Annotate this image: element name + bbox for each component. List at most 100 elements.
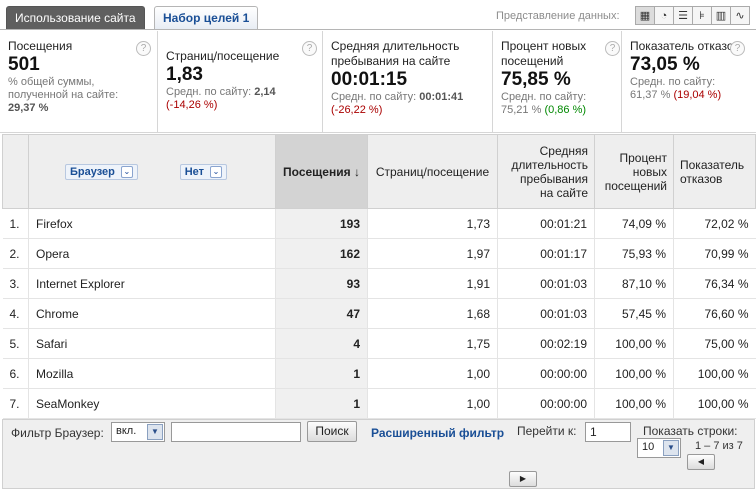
table-footer: Фильтр Браузер: вкл. ▼ Поиск Расширенный… (2, 419, 755, 489)
pivot-view-icon[interactable]: ▥ (711, 6, 731, 25)
metric-value: 00:01:15 (331, 69, 408, 90)
help-icon[interactable]: ? (730, 41, 745, 56)
secondary-dimension-selector[interactable]: Нет ⌄ (179, 163, 227, 180)
metric-avg-value: 75,21 % (501, 104, 542, 116)
pie-view-icon[interactable]: ◔ (654, 6, 674, 25)
bounce-rate-cell: 76,34 % (673, 268, 756, 299)
table-row[interactable]: 5. Safari 4 1,75 00:02:19 100,00 % 75,00 % (2, 328, 756, 359)
table-row[interactable]: 4. Chrome 47 1,68 00:01:03 57,45 % 76,60 % (2, 298, 756, 329)
goto-label: Перейти к: (517, 424, 577, 438)
visits-cell: 47 (275, 298, 368, 329)
comparison-view-icon[interactable]: ⊧ (692, 6, 712, 25)
avg-duration-cell: 00:01:17 (497, 238, 595, 269)
metric-avg-value: 61,37 % (630, 89, 671, 101)
header-bounce-rate[interactable]: Показатель отказов (673, 134, 756, 209)
row-number: 3. (2, 268, 29, 299)
metric-pages-per-visit: Страниц/посещение 1,83 Средн. по сайту: … (158, 31, 323, 132)
metric-subtitle: % общей суммы, полученной на сайте: (8, 76, 119, 101)
browser-cell[interactable]: SeaMonkey (28, 388, 276, 419)
row-number: 4. (2, 298, 29, 329)
header-pages-per-visit[interactable]: Страниц/посещение (367, 134, 498, 209)
table-row[interactable]: 1. Firefox 193 1,73 00:01:21 74,09 % 72,02 % (2, 208, 756, 239)
avg-duration-cell: 00:02:19 (497, 328, 595, 359)
browser-cell[interactable]: Opera (28, 238, 276, 269)
metric-delta: (-14,26 %) (166, 99, 218, 111)
row-number: 1. (2, 208, 29, 239)
table-row[interactable]: 3. Internet Explorer 93 1,91 00:01:03 87,10 %… (2, 268, 756, 299)
pages-per-visit-cell: 1,91 (367, 268, 498, 299)
dimension-selector[interactable]: Браузер ⌄ (65, 163, 138, 180)
browser-cell[interactable]: Chrome (28, 298, 276, 329)
avg-duration-cell: 00:01:03 (497, 268, 595, 299)
metric-avg-duration: Средняя длительность пребывания на сайте… (323, 31, 493, 132)
pages-per-visit-cell: 1,97 (367, 238, 498, 269)
new-visits-cell: 57,45 % (594, 298, 674, 329)
header-avg-duration[interactable]: Средняя длительность пребывания на сайте (497, 134, 595, 209)
pages-per-visit-cell: 1,00 (367, 388, 498, 419)
sparkline-view-icon[interactable]: ∿ (730, 6, 750, 25)
view-label: Представление данных: (496, 10, 620, 22)
metric-delta: (19,04 %) (673, 89, 722, 101)
metric-title: Средняя длительность пребывания на сайте (331, 39, 460, 68)
metric-avg-label: Средн. по сайту: (630, 76, 716, 88)
new-visits-cell: 100,00 % (594, 358, 674, 389)
search-button[interactable]: Поиск (307, 421, 357, 442)
table-view-icon[interactable]: ▦ (635, 6, 655, 25)
visits-cell: 1 (275, 358, 368, 389)
help-icon[interactable]: ? (302, 41, 317, 56)
performance-view-icon[interactable]: ☰ (673, 6, 693, 25)
new-visits-cell: 75,93 % (594, 238, 674, 269)
browser-cell[interactable]: Firefox (28, 208, 276, 239)
bounce-rate-cell: 70,99 % (673, 238, 756, 269)
visits-cell: 4 (275, 328, 368, 359)
help-icon[interactable]: ? (136, 41, 151, 56)
metric-delta: (0,86 %) (544, 104, 587, 116)
metric-title: Страниц/посещение (166, 49, 280, 63)
dimension-label: Браузер (70, 165, 115, 178)
browser-cell[interactable]: Internet Explorer (28, 268, 276, 299)
tab-goal-set-1[interactable]: Набор целей 1 (154, 6, 259, 29)
metric-value: 75,85 % (501, 69, 571, 90)
new-visits-cell: 100,00 % (594, 388, 674, 419)
advanced-filter-link[interactable]: Расширенный фильтр (371, 426, 504, 440)
filter-mode-select[interactable]: вкл. ▼ (111, 422, 165, 442)
pages-per-visit-cell: 1,00 (367, 358, 498, 389)
bounce-rate-cell: 100,00 % (673, 388, 756, 419)
metric-bounce-rate: Показатель отказов 73,05 % Средн. по сай… (622, 31, 756, 132)
metric-avg-label: Средн. по сайту: (166, 86, 252, 98)
metric-share: 29,37 % (8, 102, 49, 114)
row-number: 2. (2, 238, 29, 269)
table-row[interactable]: 6. Mozilla 1 1,00 00:00:00 100,00 % 100,00 % (2, 358, 756, 389)
tab-divider (0, 29, 756, 30)
rows-select[interactable]: 10 ▼ (637, 438, 681, 458)
header-new-visits[interactable]: Процент новых посещений (594, 134, 674, 209)
metric-value: 73,05 % (630, 54, 700, 75)
new-visits-cell: 74,09 % (594, 208, 674, 239)
pages-per-visit-cell: 1,75 (367, 328, 498, 359)
avg-duration-cell: 00:00:00 (497, 388, 595, 419)
filter-input[interactable] (171, 422, 301, 442)
secondary-dimension-label: Нет (184, 165, 204, 178)
metric-value: 501 (8, 54, 40, 75)
metrics-bar: Посещения 501 % общей суммы, полученной … (0, 31, 756, 133)
header-dimension: Браузер ⌄ Нет ⌄ (28, 134, 276, 209)
tab-site-usage[interactable]: Использование сайта (6, 6, 145, 29)
chevron-down-icon: ▼ (147, 424, 163, 440)
next-icon: ▶ (519, 474, 527, 483)
visits-cell: 1 (275, 388, 368, 419)
table-row[interactable]: 2. Opera 162 1,97 00:01:17 75,93 % 70,99 % (2, 238, 756, 269)
row-number: 5. (2, 328, 29, 359)
next-page-button[interactable]: ▶ (509, 471, 537, 487)
header-visits[interactable]: Посещения ↓ (275, 134, 368, 209)
table-row[interactable]: 7. SeaMonkey 1 1,00 00:00:00 100,00 % 100,00 % (2, 388, 756, 419)
metric-avg-label: Средн. по сайту: (331, 91, 417, 103)
goto-input[interactable]: 1 (585, 422, 631, 442)
view-switcher: ▦ ◔ ☰ ⊧ ▥ ∿ (635, 6, 750, 25)
metric-visits: Посещения 501 % общей суммы, полученной … (0, 31, 158, 132)
prev-page-button[interactable]: ◀ (687, 454, 715, 470)
browser-cell[interactable]: Safari (28, 328, 276, 359)
rows-label: Показать строки: (643, 424, 738, 438)
metric-new-visits: Процент новых посещений 75,85 % Средн. п… (493, 31, 622, 132)
help-icon[interactable]: ? (605, 41, 620, 56)
browser-cell[interactable]: Mozilla (28, 358, 276, 389)
